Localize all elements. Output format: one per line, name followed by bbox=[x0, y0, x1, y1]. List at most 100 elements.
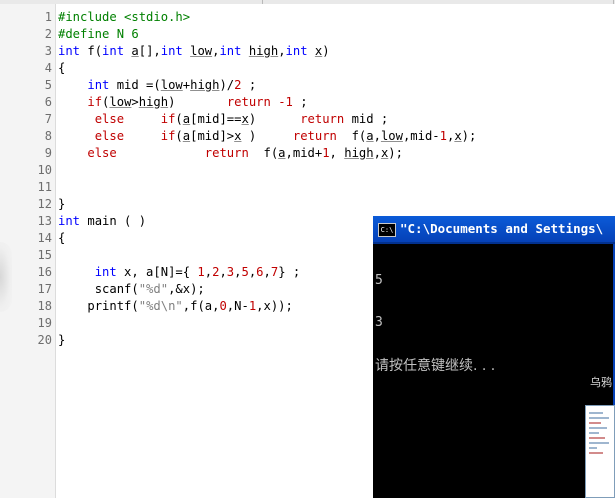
code-line[interactable]: 11 bbox=[0, 179, 615, 196]
code-token: a bbox=[182, 112, 191, 126]
code-token: ) bbox=[322, 44, 330, 58]
code-token: high bbox=[248, 44, 279, 58]
code-token: low bbox=[190, 44, 213, 58]
code-line[interactable]: 9 else return f(a,mid+1, high,x); bbox=[0, 145, 615, 162]
code-token: ,mid- bbox=[402, 129, 440, 143]
code-token: return bbox=[204, 146, 249, 160]
code-token: ) bbox=[248, 112, 301, 126]
code-token: , bbox=[204, 265, 213, 279]
line-number: 6 bbox=[44, 95, 52, 109]
code-line[interactable]: 6 if(low>high) return -1 ; bbox=[0, 94, 615, 111]
code-line[interactable]: 12} bbox=[0, 196, 615, 213]
code-line[interactable]: 3 int f(int a[],int low,int high,int x) bbox=[0, 43, 615, 60]
code-text: printf("%d\n",f(a,0,N-1,x)); bbox=[58, 298, 292, 315]
code-token: high bbox=[344, 146, 374, 160]
code-token: 2 bbox=[234, 78, 242, 92]
code-line[interactable]: 4{ bbox=[0, 60, 615, 77]
code-token: ,mid+ bbox=[285, 146, 323, 160]
console-title: "C:\Documents and Settings\ bbox=[400, 221, 604, 236]
code-token: "%d\n" bbox=[138, 299, 183, 313]
line-number: 9 bbox=[44, 146, 52, 160]
code-token: return bbox=[226, 95, 271, 109]
code-token: int bbox=[160, 44, 183, 58]
code-token: a bbox=[182, 129, 191, 143]
code-token: if bbox=[160, 129, 176, 143]
code-token: ,f(a, bbox=[182, 299, 220, 313]
line-number: 1 bbox=[44, 10, 52, 24]
code-token: } ; bbox=[278, 265, 301, 279]
code-token: int bbox=[94, 265, 117, 279]
code-token: 5 bbox=[241, 265, 249, 279]
code-line[interactable]: 5 int mid =(low+high)/2 ; bbox=[0, 77, 615, 94]
code-text: int f(int a[],int low,int high,int x) bbox=[58, 43, 330, 60]
code-token: else bbox=[87, 146, 117, 160]
code-token: -1 bbox=[278, 95, 293, 109]
code-token: 6 bbox=[256, 265, 264, 279]
console-output: 5 3 请按任意键继续. . . bbox=[375, 246, 613, 402]
code-token: } bbox=[58, 333, 66, 347]
code-text: } bbox=[58, 332, 65, 349]
code-token: mid ; bbox=[344, 112, 389, 126]
code-token: main ( ) bbox=[80, 214, 147, 228]
code-token: { bbox=[58, 61, 66, 75]
code-text: scanf("%d",&x); bbox=[58, 281, 205, 298]
console-output-line: 3 bbox=[375, 315, 383, 330]
code-token: x bbox=[454, 129, 462, 143]
window-thumbnail[interactable] bbox=[585, 405, 615, 498]
console-continue-prompt: 请按任意键继续. . . bbox=[375, 358, 496, 374]
code-token: int bbox=[285, 44, 308, 58]
code-text: if(low>high) return -1 ; bbox=[58, 94, 308, 111]
code-token: ); bbox=[461, 129, 477, 143]
console-title-bar[interactable]: C:\ "C:\Documents and Settings\ bbox=[373, 216, 615, 244]
code-line[interactable]: 2 #define N 6 bbox=[0, 26, 615, 43]
line-number: 8 bbox=[44, 129, 52, 143]
code-text: { bbox=[58, 60, 65, 77]
line-number: 12 bbox=[37, 197, 52, 211]
code-token: ) bbox=[168, 95, 227, 109]
code-token: high bbox=[190, 78, 220, 92]
code-token: 1 bbox=[322, 146, 330, 160]
code-token: + bbox=[182, 78, 191, 92]
code-token: 1 bbox=[197, 265, 205, 279]
desktop-icon-label[interactable]: 乌鸦 bbox=[590, 374, 612, 390]
code-token: ) bbox=[241, 129, 293, 143]
line-number: 7 bbox=[44, 112, 52, 126]
code-token: scanf( bbox=[94, 282, 139, 296]
code-token: ; bbox=[241, 78, 257, 92]
line-number: 20 bbox=[37, 333, 52, 347]
code-token: if bbox=[87, 95, 103, 109]
code-line[interactable]: 7 else if(a[mid]==x) return mid ; bbox=[0, 111, 615, 128]
code-token: , bbox=[373, 146, 381, 160]
code-token: #define N 6 bbox=[58, 27, 139, 41]
code-token: low bbox=[160, 78, 183, 92]
code-token: a bbox=[366, 129, 374, 143]
code-token: return bbox=[292, 129, 337, 143]
line-number: 18 bbox=[37, 299, 52, 313]
code-token: , bbox=[263, 265, 271, 279]
code-line[interactable]: 8 else if(a[mid]>x ) return f(a,low,mid-… bbox=[0, 128, 615, 145]
console-window[interactable]: C:\ "C:\Documents and Settings\ 5 3 请按任意… bbox=[373, 216, 615, 498]
line-number: 16 bbox=[37, 265, 52, 279]
code-token: low bbox=[380, 129, 403, 143]
code-token: ( bbox=[175, 112, 183, 126]
code-line[interactable]: 1 #include <stdio.h> bbox=[0, 9, 615, 26]
code-token: ( bbox=[175, 129, 183, 143]
code-token: "%d" bbox=[138, 282, 169, 296]
code-token: , bbox=[373, 129, 381, 143]
code-token: 0 bbox=[219, 299, 227, 313]
code-token: ; bbox=[292, 95, 308, 109]
line-number: 3 bbox=[44, 44, 52, 58]
code-token: mid =( bbox=[109, 78, 161, 92]
code-token: #include <stdio.h> bbox=[58, 10, 191, 24]
code-line[interactable]: 10 bbox=[0, 162, 615, 179]
line-number: 17 bbox=[37, 282, 52, 296]
line-number: 15 bbox=[37, 248, 52, 262]
console-output-line: 5 bbox=[375, 273, 383, 288]
